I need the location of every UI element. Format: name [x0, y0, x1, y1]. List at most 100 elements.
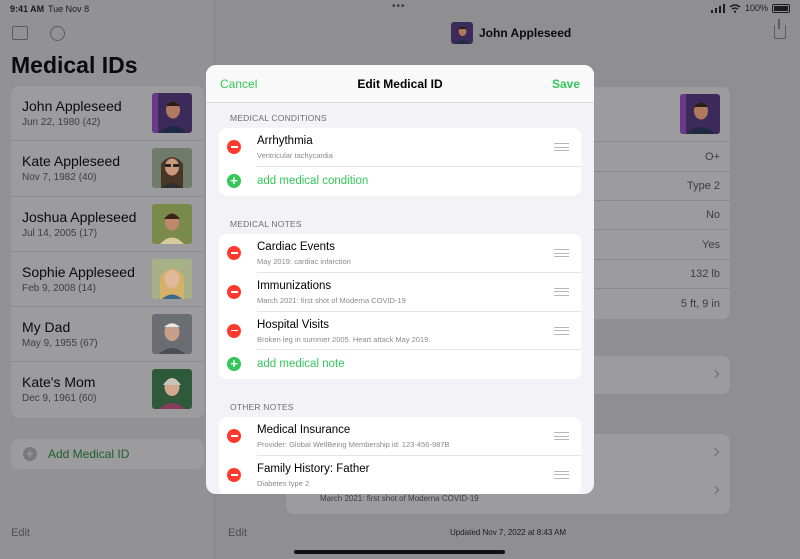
page-title: Medical IDs: [11, 52, 138, 78]
detail-note-text: March 2021: first shot of Moderna COVID-…: [320, 494, 479, 503]
list-item[interactable]: Hospital Visits Broken leg in summer 200…: [227, 312, 581, 351]
item-title: Immunizations: [257, 279, 332, 292]
person-name: My Dad: [22, 319, 71, 336]
avatar: [451, 22, 473, 44]
chevron-right-icon: [710, 485, 720, 495]
sidebar-edit-button[interactable]: Edit: [11, 527, 30, 539]
battery-percent: 100%: [744, 3, 768, 13]
add-medical-note-button[interactable]: + add medical note: [227, 350, 581, 379]
person-dob: Jun 22, 1980 (42): [22, 117, 101, 128]
sidebar: Medical IDs John Appleseed Jun 22, 1980 …: [0, 0, 215, 559]
add-medical-id-button[interactable]: + Add Medical ID: [11, 439, 204, 469]
reorder-handle-icon[interactable]: [554, 143, 569, 151]
home-indicator[interactable]: [294, 550, 505, 554]
multitasking-dots-icon[interactable]: •••: [392, 1, 406, 12]
add-medical-condition-button[interactable]: + add medical condition: [227, 167, 581, 196]
list-item[interactable]: Sophie Appleseed Feb 9, 2008 (14): [11, 252, 204, 308]
reorder-handle-icon[interactable]: [554, 326, 569, 335]
item-subtitle: Ventricular tachycardia: [257, 151, 333, 160]
detail-value: 5 ft, 9 in: [680, 298, 720, 310]
list-item[interactable]: Family History: Father Diabetes type 2: [227, 456, 581, 494]
avatar: [152, 258, 192, 299]
list-item[interactable]: Cardiac Events May 2019: cardiac infarct…: [227, 234, 581, 273]
person-name: John Appleseed: [22, 98, 122, 114]
item-subtitle: March 2021: first shot of Moderna COVID-…: [257, 295, 406, 305]
notes-group: Cardiac Events May 2019: cardiac infarct…: [219, 234, 581, 380]
delete-icon[interactable]: [227, 429, 241, 443]
item-title: Family History: Father: [257, 462, 370, 475]
plus-icon: +: [227, 173, 241, 188]
avatar: [680, 94, 720, 134]
section-header-conditions: MEDICAL CONDITIONS: [230, 113, 327, 123]
person-dob: Feb 9, 2008 (14): [22, 282, 96, 294]
section-header-other: OTHER NOTES: [230, 402, 294, 412]
compass-icon[interactable]: [50, 26, 65, 41]
reorder-handle-icon[interactable]: [554, 470, 569, 479]
plus-icon: +: [227, 357, 241, 372]
person-name: Sophie Appleseed: [22, 263, 135, 280]
avatar: [152, 314, 192, 355]
detail-header: John Appleseed: [451, 22, 571, 44]
person-dob: Jul 14, 2005 (17): [22, 227, 98, 239]
sheet-body[interactable]: MEDICAL CONDITIONS Arrhythmia Ventricula…: [206, 103, 594, 494]
delete-icon[interactable]: [227, 284, 241, 299]
signal-icon: [710, 3, 725, 13]
status-date: Tue Nov 8: [48, 4, 90, 14]
item-title: Cardiac Events: [257, 241, 335, 253]
person-name: Kate Appleseed: [22, 153, 121, 170]
updated-timestamp: Updated Nov 7, 2022 at 8:43 AM: [450, 528, 567, 537]
conditions-group: Arrhythmia Ventricular tachycardia + add…: [219, 128, 581, 196]
list-item[interactable]: John Appleseed Jun 22, 1980 (42): [11, 86, 204, 142]
detail-header-name: John Appleseed: [479, 26, 572, 40]
list-item[interactable]: My Dad May 9, 1955 (67): [11, 307, 204, 363]
item-subtitle: Provider: Global WellBeing Membership id…: [257, 440, 450, 449]
avatar: [152, 203, 192, 244]
reorder-handle-icon[interactable]: [554, 287, 569, 296]
edit-medical-id-sheet: Cancel Edit Medical ID Save MEDICAL COND…: [206, 65, 594, 494]
detail-value: No: [705, 209, 720, 221]
person-name: Kate's Mom: [22, 374, 96, 391]
delete-icon[interactable]: [227, 467, 241, 482]
plus-icon: +: [23, 447, 37, 461]
reorder-handle-icon[interactable]: [554, 249, 569, 257]
sidebar-toggle-icon[interactable]: [12, 26, 28, 40]
detail-edit-button[interactable]: Edit: [228, 527, 247, 539]
person-name: Joshua Appleseed: [22, 208, 137, 225]
save-button[interactable]: Save: [552, 77, 580, 91]
list-item[interactable]: Joshua Appleseed Jul 14, 2005 (17): [11, 197, 204, 252]
person-dob: Dec 9, 1961 (60): [22, 393, 97, 405]
item-title: Medical Insurance: [257, 424, 351, 436]
add-medical-note-label: add medical note: [257, 358, 345, 371]
person-dob: May 9, 1955 (67): [22, 338, 98, 350]
chevron-right-icon: [710, 369, 720, 379]
item-subtitle: Broken leg in summer 2005. Heart attack …: [257, 334, 431, 344]
battery-icon: [772, 3, 790, 13]
chevron-right-icon: [710, 447, 720, 457]
list-item[interactable]: Medical Insurance Provider: Global WellB…: [227, 417, 581, 456]
person-dob: Nov 7, 1982 (40): [22, 172, 97, 184]
list-item[interactable]: Arrhythmia Ventricular tachycardia: [227, 128, 581, 167]
delete-icon[interactable]: [227, 323, 241, 338]
status-bar: 9:41 AM Tue Nov 8 ••• 100%: [0, 0, 800, 18]
detail-value: Type 2: [686, 180, 720, 192]
avatar: [152, 93, 192, 133]
list-item[interactable]: Kate's Mom Dec 9, 1961 (60): [11, 362, 204, 417]
avatar: [152, 369, 192, 410]
sheet-nav-bar: Cancel Edit Medical ID Save: [206, 65, 594, 103]
detail-value: 132 lb: [690, 268, 720, 280]
people-list: John Appleseed Jun 22, 1980 (42) Kate Ap…: [11, 86, 204, 418]
item-title: Arrhythmia: [257, 135, 313, 147]
list-item[interactable]: Kate Appleseed Nov 7, 1982 (40): [11, 141, 204, 197]
avatar: [152, 148, 192, 189]
item-subtitle: May 2019: cardiac infarction: [257, 257, 351, 266]
delete-icon[interactable]: [227, 140, 241, 154]
list-item[interactable]: Immunizations March 2021: first shot of …: [227, 273, 581, 312]
add-medical-condition-label: add medical condition: [257, 174, 369, 187]
status-right: 100%: [710, 3, 790, 13]
reorder-handle-icon[interactable]: [554, 432, 569, 440]
wifi-icon: [729, 3, 741, 13]
section-header-notes: MEDICAL NOTES: [230, 219, 302, 229]
delete-icon[interactable]: [227, 246, 241, 260]
share-icon[interactable]: [774, 19, 786, 39]
item-subtitle: Diabetes type 2: [257, 478, 310, 488]
